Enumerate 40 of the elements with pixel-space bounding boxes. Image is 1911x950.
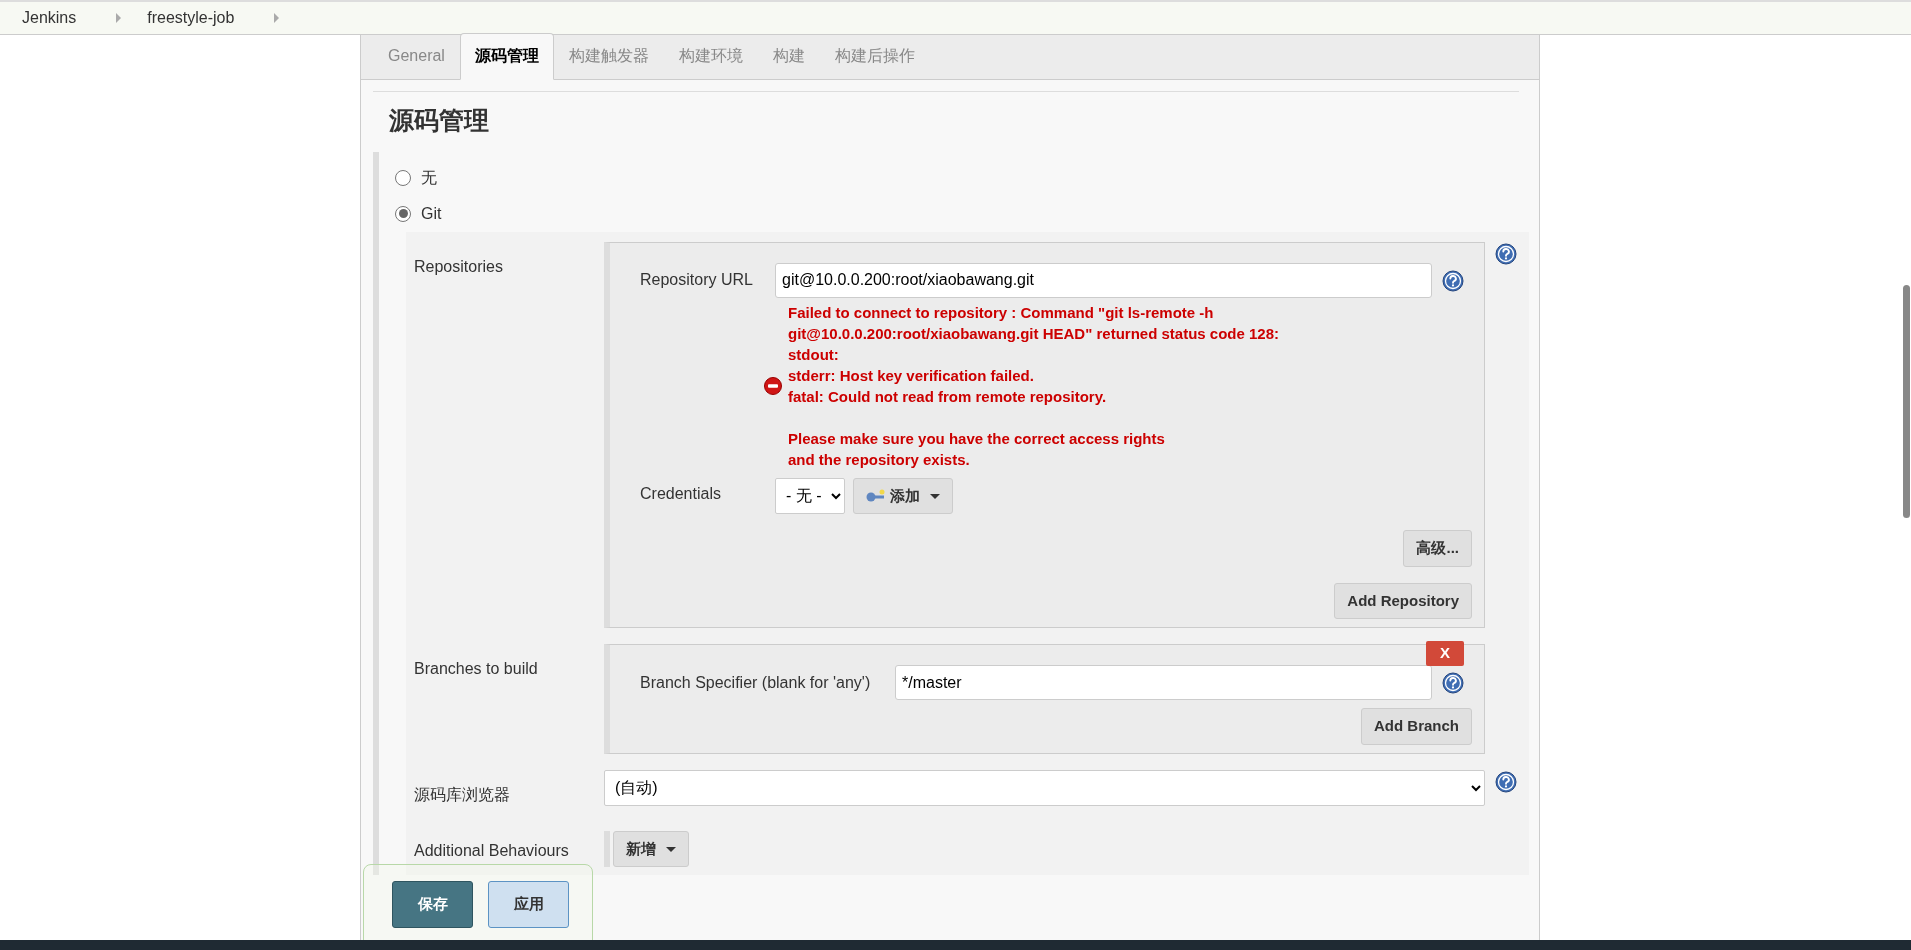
breadcrumb-arrow-icon [274, 13, 280, 23]
help-icon[interactable] [1442, 269, 1464, 292]
key-icon [866, 488, 886, 503]
radio-button[interactable] [395, 205, 411, 222]
field-label: Repositories [413, 256, 504, 277]
radio-button[interactable] [395, 169, 411, 186]
radio-label: Git [421, 203, 442, 224]
caret-icon [930, 494, 940, 500]
error-message: Please make sure you have the correct access rights and the repository exists. [788, 428, 1166, 470]
breadcrumb-link[interactable]: freestyle-job [147, 6, 235, 30]
radio-label: 无 [421, 167, 437, 188]
add-credentials-button[interactable]: 添加 [853, 477, 953, 514]
repository-browser-dropdown[interactable]: (自动) [604, 769, 1485, 806]
field-label: 源码库浏览器 [413, 784, 511, 805]
credentials-dropdown[interactable]: - 无 - [775, 477, 845, 514]
breadcrumb-arrow-icon [116, 13, 122, 23]
help-icon[interactable] [1442, 672, 1464, 694]
field-label: Branches to build [413, 659, 539, 679]
error-icon [764, 376, 782, 395]
text-field[interactable]: git@10.0.0.200:root/xiaobawang.git [775, 262, 1432, 298]
section-title: 源码管理 [389, 105, 490, 136]
add-repository-button[interactable]: Add Repository [1334, 582, 1472, 619]
field-label: Additional Behaviours [413, 840, 570, 861]
text-field[interactable]: */master [895, 665, 1432, 700]
field-label: Repository URL [639, 270, 754, 290]
help-icon[interactable] [1495, 770, 1517, 793]
delete-button[interactable]: X [1426, 641, 1464, 666]
help-icon[interactable] [1495, 242, 1517, 265]
field-label: Branch Specifier (blank for 'any') [639, 672, 872, 693]
error-message: Failed to connect to repository : Command "git ls-remote -h git@10.0.0.200:root/xiaobawang.git HEAD" returned status code 128: stdout: stderr: Host key verification failed. fatal: Could not read from remote repository. [788, 302, 1280, 407]
add-branch-button[interactable]: Add Branch [1361, 708, 1472, 745]
add-button[interactable]: 新增 [613, 830, 689, 867]
apply-button[interactable]: 应用 [488, 881, 569, 928]
tab[interactable]: 源码管理 [459, 33, 554, 80]
advanced-button[interactable]: 高级... [1403, 530, 1472, 567]
field-label: Credentials [639, 483, 722, 504]
breadcrumb-link[interactable]: Jenkins [22, 6, 77, 30]
scrollbar-thumb[interactable] [1903, 285, 1910, 518]
caret-icon [666, 847, 676, 853]
save-button[interactable]: 保存 [392, 881, 473, 928]
